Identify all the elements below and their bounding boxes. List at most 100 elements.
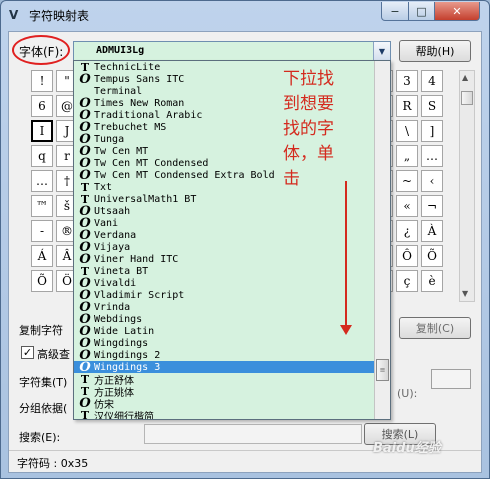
char-cell[interactable]: 6 (31, 95, 53, 117)
char-cell[interactable]: \ (396, 120, 418, 142)
char-cell[interactable]: Ô (396, 245, 418, 267)
font-list-item-name: Tw Cen MT (94, 145, 149, 157)
arrow-down-icon (340, 325, 352, 335)
font-list-item[interactable]: T 汉仪细行楷简 (74, 409, 374, 420)
char-cell[interactable]: I (31, 120, 53, 142)
search-label: 搜索(E): (19, 431, 61, 444)
goto-unicode-input[interactable] (431, 369, 471, 389)
char-cell[interactable]: ™ (31, 195, 53, 217)
close-button[interactable]: ✕ (434, 2, 480, 21)
char-cell[interactable]: ] (421, 120, 443, 142)
font-list-item[interactable]: O Wide Latin (74, 324, 374, 339)
font-list-item[interactable]: T 方正姚体 (74, 385, 374, 399)
annotation-line: 下拉找 (283, 69, 334, 89)
font-select-value: ADMUI3Lg (96, 45, 145, 56)
font-list-item-name: Wingdings 2 (94, 349, 161, 361)
truetype-font-icon: T (80, 408, 90, 420)
char-cell[interactable]: q (31, 145, 53, 167)
font-list-item-name: TechnicLite (94, 61, 161, 73)
font-list-item-name: Vivaldi (94, 277, 137, 289)
font-list-item-name: Vladimir Script (94, 289, 185, 301)
advanced-view-checkbox[interactable]: ✓ (21, 346, 34, 359)
annotation-line: 到想要 (283, 94, 334, 114)
font-list-item-name: Viner Hand ITC (94, 253, 179, 265)
char-cell[interactable]: S (421, 95, 443, 117)
font-list-item[interactable]: O Verdana (74, 228, 374, 243)
font-list-item[interactable]: O Vrinda (74, 300, 374, 315)
annotation-line: 击 (283, 169, 300, 189)
char-cell[interactable]: ! (31, 70, 53, 92)
font-list-item[interactable]: O Vladimir Script (74, 288, 374, 303)
font-list-item[interactable]: O Vijaya (74, 240, 374, 255)
grid-scrollbar[interactable]: ▲ ▼ (459, 70, 475, 302)
char-cell[interactable]: ¬ (421, 195, 443, 217)
font-list-item[interactable]: T Vineta BT (74, 265, 374, 278)
copy-button[interactable]: 复制(C) (399, 317, 471, 339)
font-list-item-name: Vijaya (94, 241, 131, 253)
font-list-item[interactable]: O Webdings (74, 312, 374, 327)
char-cell[interactable]: Õ (31, 270, 53, 292)
font-list-item[interactable]: O Wingdings 2 (74, 348, 374, 363)
char-cell[interactable]: … (421, 145, 443, 167)
char-cell[interactable]: ¿ (396, 220, 418, 242)
font-list-item-name: Tempus Sans ITC (94, 73, 185, 85)
font-list-item-name: Tunga (94, 133, 125, 145)
charmap-window: Ⅴ 字符映射表 − □ ✕ 字体(F): ADMUI3Lg ▼ 帮助(H) ! "… (0, 0, 490, 479)
title-bar[interactable]: Ⅴ 字符映射表 − □ ✕ (1, 1, 489, 29)
annotation-line: 找的字 (283, 119, 334, 139)
char-cell[interactable]: « (396, 195, 418, 217)
grid-scroll-thumb[interactable] (461, 91, 473, 105)
font-list-item-name: Verdana (94, 229, 137, 241)
goto-unicode-label: (U): (397, 387, 418, 400)
char-cell[interactable]: 3 (396, 70, 418, 92)
font-list-item-name: Times New Roman (94, 97, 185, 109)
font-list-item[interactable]: O Wingdings (74, 336, 374, 351)
char-cell[interactable]: À (421, 220, 443, 242)
advanced-view-label: 高级查 (37, 348, 70, 361)
char-cell[interactable]: è (421, 270, 443, 292)
char-cell[interactable]: Õ (421, 245, 443, 267)
scroll-up-icon[interactable]: ▲ (462, 73, 468, 82)
scroll-down-icon[interactable]: ▼ (462, 289, 468, 298)
char-cell[interactable]: … (31, 170, 53, 192)
search-input[interactable] (144, 424, 362, 444)
font-list-item-name: Vani (94, 217, 119, 229)
font-list-scroll-thumb[interactable]: ≡ (376, 359, 389, 381)
font-list-item[interactable]: O Utsaah (74, 204, 374, 219)
minimize-button[interactable]: − (381, 2, 409, 21)
char-cell[interactable]: ‹ (421, 170, 443, 192)
font-list-item[interactable]: O Viner Hand ITC (74, 252, 374, 267)
font-list-item-name: 汉仪细行楷简 (94, 411, 154, 420)
font-list-item[interactable]: O Vani (74, 216, 374, 231)
chevron-down-icon[interactable]: ▼ (373, 42, 390, 60)
annotation-arrow (345, 181, 347, 327)
font-list-item[interactable]: O Vivaldi (74, 276, 374, 291)
char-cell[interactable]: ~ (396, 170, 418, 192)
char-cell[interactable]: Á (31, 245, 53, 267)
font-list-item-name: Vrinda (94, 301, 131, 313)
font-list-item-name: UniversalMath1 BT (94, 193, 197, 205)
char-cell[interactable]: ç (396, 270, 418, 292)
font-select[interactable]: ADMUI3Lg ▼ (73, 41, 391, 61)
char-cell[interactable]: „ (396, 145, 418, 167)
watermark: Baidu经验 (373, 441, 441, 456)
font-list-item-name: Terminal (94, 85, 143, 97)
maximize-button[interactable]: □ (408, 2, 435, 21)
char-cell[interactable]: - (31, 220, 53, 242)
char-cell[interactable]: R (396, 95, 418, 117)
font-list-item-name: Utsaah (94, 205, 131, 217)
font-list-item-name: Vineta BT (94, 265, 149, 277)
group-by-label: 分组依据( (19, 402, 68, 415)
font-list-item-name: Tw Cen MT Condensed Extra Bold (94, 169, 275, 181)
copy-chars-label: 复制字符 (19, 324, 63, 337)
annotation-text: 下拉找 到想要 找的字 体，单 击 (283, 67, 373, 192)
font-list-item-name: Webdings (94, 313, 143, 325)
highlight-circle (12, 35, 70, 65)
font-app-icon: Ⅴ (9, 8, 19, 22)
font-list-item-name: Wide Latin (94, 325, 155, 337)
char-cell[interactable]: 4 (421, 70, 443, 92)
font-list-item[interactable]: T UniversalMath1 BT (74, 193, 374, 206)
help-button[interactable]: 帮助(H) (399, 40, 471, 62)
window-title: 字符映射表 (29, 9, 90, 23)
font-list-scrollbar[interactable]: ≡ (374, 61, 390, 419)
